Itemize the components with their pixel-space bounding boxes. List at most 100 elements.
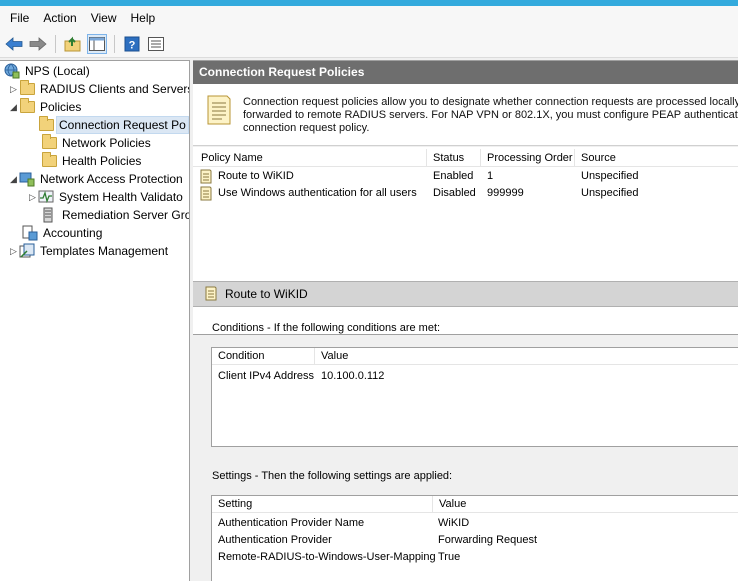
cell-processing-order: 999999 <box>487 187 524 199</box>
collapse-arrow-icon[interactable]: ◢ <box>8 170 19 188</box>
folder-icon <box>41 152 57 169</box>
collapse-arrow-icon[interactable]: ◢ <box>8 98 19 116</box>
up-folder-icon <box>64 36 81 51</box>
show-hide-tree-icon <box>89 36 105 51</box>
tree-item-templates-management[interactable]: ▷ Templates Management <box>8 242 170 260</box>
folder-icon <box>19 80 35 97</box>
conditions-panel: Condition Value Client IPv4 Address 10.1… <box>211 347 738 447</box>
cell-processing-order: 1 <box>487 170 494 182</box>
health-monitor-icon <box>38 189 54 205</box>
column-header-status[interactable]: Status <box>429 149 481 167</box>
tree-item-remediation-server-groups[interactable]: Remediation Server Gro <box>41 206 189 224</box>
back-arrow-icon <box>5 36 23 51</box>
settings-panel: Setting Value Authentication Provider Na… <box>211 495 738 581</box>
policy-icon <box>205 286 217 301</box>
cell-setting: Authentication Provider Name <box>218 517 365 529</box>
menu-file[interactable]: File <box>3 6 36 30</box>
tree-item-health-policies[interactable]: Health Policies <box>41 152 143 170</box>
details-pane: Connection Request Policies Connection r… <box>193 60 738 581</box>
column-header-setting[interactable]: Setting <box>212 496 433 513</box>
detail-title-bar: Route to WiKID <box>193 281 738 307</box>
tree-item-connection-request-policies[interactable]: Connection Request Po <box>38 116 189 134</box>
tree-item-label: Templates Management <box>40 244 169 258</box>
table-row[interactable]: Use Windows authentication for all users… <box>193 185 738 202</box>
tree-item-label: Health Policies <box>62 154 142 168</box>
description-text: Connection request policies allow you to… <box>243 96 738 135</box>
menu-bar: File Action View Help <box>0 6 738 30</box>
folder-icon <box>41 134 57 151</box>
cell-status: Disabled <box>433 187 476 199</box>
column-header-value[interactable]: Value <box>433 496 738 513</box>
expand-arrow-icon[interactable]: ▷ <box>27 188 38 206</box>
toolbar-separator <box>114 34 115 53</box>
back-button[interactable] <box>4 34 24 54</box>
column-header-source[interactable]: Source <box>577 149 738 167</box>
help-button[interactable]: ? <box>122 34 142 54</box>
expand-arrow-icon[interactable]: ▷ <box>8 242 19 260</box>
policy-icon <box>199 169 213 186</box>
cell-condition: Client IPv4 Address <box>218 370 314 382</box>
tree-item-system-health-validators[interactable]: ▷ System Health Validato <box>27 188 185 206</box>
settings-label: Settings - Then the following settings a… <box>212 470 453 482</box>
server-group-icon <box>41 207 57 223</box>
column-header-policy-name[interactable]: Policy Name <box>197 149 427 167</box>
console-tree: NPS (Local) ▷ RADIUS Clients and Servers… <box>0 60 190 581</box>
cell-condition-value: 10.100.0.112 <box>321 370 385 382</box>
help-icon: ? <box>124 36 140 51</box>
tree-item-label: NPS (Local) <box>25 64 90 78</box>
cell-setting: Authentication Provider <box>218 534 332 546</box>
accounting-icon <box>22 225 38 241</box>
cell-setting: Remote-RADIUS-to-Windows-User-Mapping <box>218 551 436 563</box>
cell-policy-name: Use Windows authentication for all users <box>218 187 417 199</box>
menu-action[interactable]: Action <box>36 6 83 30</box>
properties-icon <box>148 36 164 51</box>
conditions-header: Condition Value <box>212 348 738 365</box>
page-title: Connection Request Policies <box>193 61 738 84</box>
tree-item-nap[interactable]: ◢ Network Access Protection <box>8 170 185 188</box>
description-line: connection request policy. <box>243 122 370 134</box>
tree-item-accounting[interactable]: Accounting <box>22 224 104 242</box>
properties-button[interactable] <box>146 34 166 54</box>
conditions-label: Conditions - If the following conditions… <box>212 322 441 334</box>
menu-view[interactable]: View <box>84 6 124 30</box>
tree-item-label: Connection Request Po <box>56 116 189 134</box>
tree-item-radius-clients[interactable]: ▷ RADIUS Clients and Servers <box>8 80 190 98</box>
folder-open-icon <box>38 116 54 133</box>
show-hide-tree-button[interactable] <box>87 33 107 54</box>
policy-icon <box>199 186 213 203</box>
column-header-processing-order[interactable]: Processing Order <box>483 149 575 167</box>
description-box: Connection request policies allow you to… <box>193 84 738 146</box>
tree-item-label: Accounting <box>43 226 103 240</box>
policy-document-icon <box>207 95 231 125</box>
column-header-condition[interactable]: Condition <box>212 348 315 365</box>
cell-policy-name: Route to WiKID <box>218 170 294 182</box>
column-header-value[interactable]: Value <box>315 348 738 365</box>
tree-item-network-policies[interactable]: Network Policies <box>41 134 153 152</box>
cell-source: Unspecified <box>581 170 639 182</box>
tree-item-label: RADIUS Clients and Servers <box>40 82 190 96</box>
tree-item-label: System Health Validato <box>59 190 183 204</box>
toolbar: ? <box>0 30 738 58</box>
cell-setting-value: Forwarding Request <box>438 534 538 546</box>
cell-source: Unspecified <box>581 187 639 199</box>
cell-setting-value: True <box>438 551 461 563</box>
forward-arrow-icon <box>29 36 47 51</box>
cell-setting-value: WiKID <box>438 517 470 529</box>
toolbar-separator <box>55 34 56 53</box>
svg-text:?: ? <box>129 39 136 51</box>
tree-item-label: Network Access Protection <box>40 172 183 186</box>
table-row[interactable]: Route to WiKID Enabled 1 Unspecified <box>193 168 738 185</box>
menu-help[interactable]: Help <box>124 6 163 30</box>
up-level-button[interactable] <box>63 34 83 54</box>
policy-list-header: Policy Name Status Processing Order Sour… <box>193 149 738 167</box>
expand-arrow-icon[interactable]: ▷ <box>8 80 19 98</box>
tree-item-label: Network Policies <box>62 136 151 150</box>
settings-header: Setting Value <box>212 496 738 513</box>
description-line: Connection request policies allow you to… <box>243 96 738 108</box>
tree-item-policies[interactable]: ◢ Policies <box>8 98 83 116</box>
folder-open-icon <box>19 98 35 115</box>
forward-button[interactable] <box>28 34 48 54</box>
tree-item-nps-local[interactable]: NPS (Local) <box>4 62 92 80</box>
nap-shield-icon <box>19 171 35 187</box>
tree-item-label: Policies <box>40 100 82 114</box>
